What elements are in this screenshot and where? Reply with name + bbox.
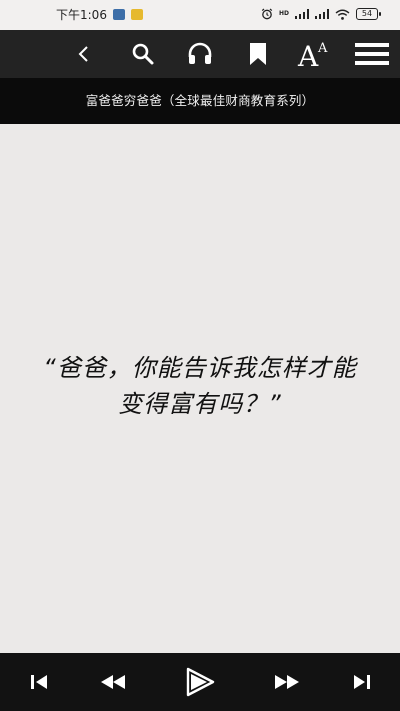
bookmark-button[interactable]	[242, 38, 274, 70]
bookmark-icon	[250, 43, 266, 65]
next-chapter-button[interactable]	[349, 653, 375, 711]
fast-forward-icon	[275, 675, 299, 689]
status-bar: 下午1:06 HD 54	[0, 0, 400, 30]
book-title-bar: 富爸爸穷爸爸（全球最佳财商教育系列）	[0, 78, 400, 124]
book-title: 富爸爸穷爸爸（全球最佳财商教育系列）	[85, 93, 315, 108]
wifi-icon	[335, 9, 350, 20]
rewind-icon	[101, 675, 125, 689]
quote-line-2: 变得富有吗？”	[118, 390, 282, 418]
notes-app-icon	[131, 9, 143, 20]
status-time: 下午1:06	[56, 8, 107, 22]
signal-icon-2	[315, 9, 329, 19]
reading-page[interactable]: “爸爸，你能告诉我怎样才能 变得富有吗？”	[0, 124, 400, 653]
signal-icon	[295, 9, 309, 19]
skip-next-icon	[354, 675, 370, 689]
reader-toolbar: A A	[0, 30, 400, 78]
back-icon	[78, 46, 88, 62]
skip-previous-icon	[31, 675, 47, 689]
alarm-icon	[261, 8, 273, 20]
svg-text:A: A	[317, 41, 328, 56]
font-size-icon: A A	[297, 40, 328, 69]
menu-button[interactable]	[354, 38, 390, 70]
status-notification-icons	[113, 9, 143, 20]
headphones-icon	[188, 42, 212, 64]
quote-line-1: “爸爸，你能告诉我怎样才能	[43, 354, 357, 382]
message-app-icon	[113, 9, 125, 20]
play-button[interactable]	[182, 653, 218, 711]
network-type-badge: HD	[278, 10, 289, 17]
search-icon	[132, 43, 154, 65]
status-indicators: HD 54	[261, 8, 381, 20]
battery-icon: 54	[356, 8, 381, 20]
rewind-button[interactable]	[98, 653, 128, 711]
listen-button[interactable]	[184, 38, 216, 70]
search-button[interactable]	[127, 38, 159, 70]
audio-player-bar	[0, 653, 400, 711]
play-icon	[186, 667, 215, 697]
page-text: “爸爸，你能告诉我怎样才能 变得富有吗？”	[0, 350, 400, 422]
menu-icon	[355, 43, 389, 65]
svg-text:A: A	[297, 40, 319, 69]
fast-forward-button[interactable]	[272, 653, 302, 711]
font-size-button[interactable]: A A	[295, 38, 335, 70]
back-button[interactable]	[68, 38, 100, 70]
previous-chapter-button[interactable]	[26, 653, 52, 711]
